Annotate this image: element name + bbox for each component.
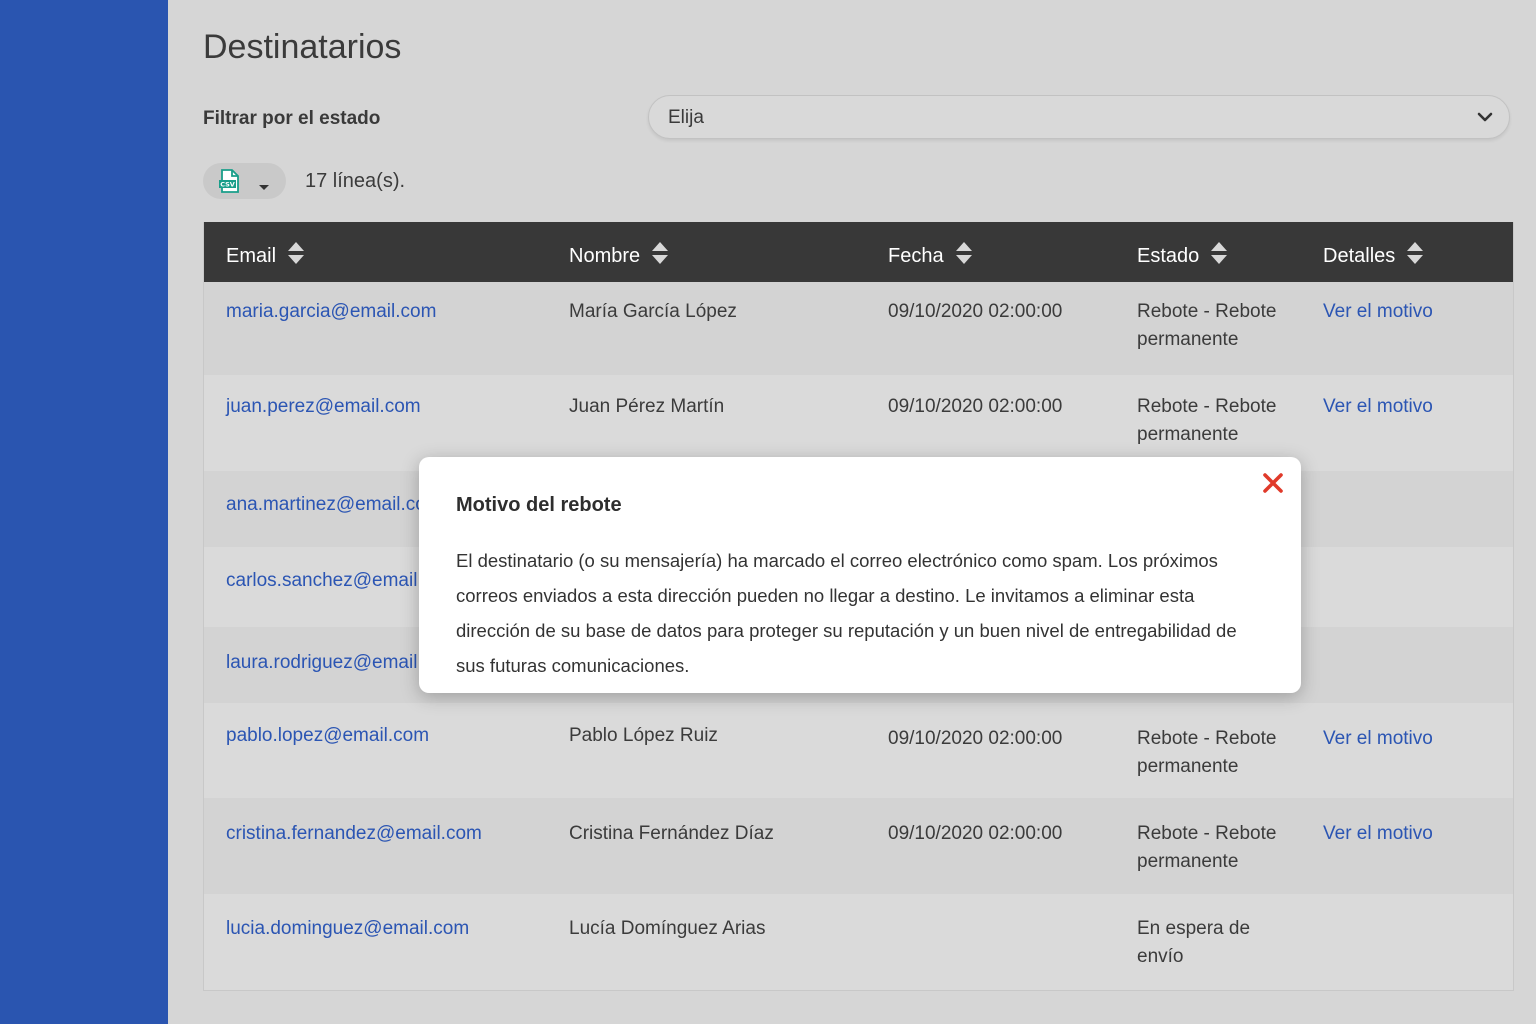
column-header-detalles[interactable]: Detalles bbox=[1323, 241, 1424, 271]
recipient-status: Rebote - Rebote permanente bbox=[1137, 393, 1276, 449]
status-filter-select[interactable]: Elija bbox=[648, 95, 1510, 139]
bounce-reason-modal: Motivo del rebote El destinatario (o su … bbox=[419, 457, 1301, 693]
table-header: Email Nombre Fecha Estado Detalles bbox=[204, 222, 1513, 282]
column-label: Estado bbox=[1137, 244, 1200, 267]
status-line: Rebote - Rebote bbox=[1137, 823, 1277, 844]
recipient-date: 09/10/2020 02:00:00 bbox=[888, 301, 1063, 322]
column-label: Detalles bbox=[1323, 244, 1396, 267]
recipient-status: Rebote - Rebote permanente bbox=[1137, 298, 1276, 354]
column-header-nombre[interactable]: Nombre bbox=[569, 241, 669, 271]
filter-select-value: Elija bbox=[668, 107, 704, 128]
column-header-email[interactable]: Email bbox=[226, 241, 305, 271]
sort-icon bbox=[1210, 241, 1228, 271]
status-line: Rebote - Rebote bbox=[1137, 728, 1277, 749]
status-line: Rebote - Rebote bbox=[1137, 301, 1277, 322]
sort-icon bbox=[287, 241, 305, 271]
modal-title: Motivo del rebote bbox=[456, 494, 622, 516]
email-link[interactable]: pablo.lopez@email.com bbox=[226, 722, 429, 750]
column-label: Fecha bbox=[888, 244, 944, 267]
recipient-name: María García López bbox=[569, 301, 737, 322]
recipient-date: 09/10/2020 02:00:00 bbox=[888, 728, 1063, 749]
view-reason-link[interactable]: Ver el motivo bbox=[1323, 820, 1433, 848]
svg-text:CSV: CSV bbox=[220, 181, 235, 189]
view-reason-link[interactable]: Ver el motivo bbox=[1323, 393, 1433, 421]
view-reason-link[interactable]: Ver el motivo bbox=[1323, 298, 1433, 326]
recipient-status: En espera de envío bbox=[1137, 915, 1250, 971]
email-link[interactable]: maria.garcia@email.com bbox=[226, 298, 436, 326]
recipient-date: 09/10/2020 02:00:00 bbox=[888, 396, 1063, 417]
close-icon[interactable] bbox=[1262, 472, 1284, 499]
page-title: Destinatarios bbox=[203, 28, 402, 66]
status-line: permanente bbox=[1137, 329, 1239, 350]
row-count: 17 línea(s). bbox=[305, 170, 406, 192]
email-link[interactable]: cristina.fernandez@email.com bbox=[226, 820, 482, 848]
recipient-date: 09/10/2020 02:00:00 bbox=[888, 823, 1063, 844]
recipient-name: Juan Pérez Martín bbox=[569, 396, 725, 417]
status-line: permanente bbox=[1137, 756, 1239, 777]
table-row: maria.garcia@email.com María García Lópe… bbox=[204, 282, 1513, 375]
email-link[interactable]: ana.martinez@email.com bbox=[226, 491, 442, 519]
chevron-down-icon bbox=[1477, 110, 1493, 128]
status-line: permanente bbox=[1137, 424, 1239, 445]
sort-icon bbox=[651, 241, 669, 271]
table-row: cristina.fernandez@email.com Cristina Fe… bbox=[204, 798, 1513, 894]
sidebar bbox=[0, 0, 168, 1024]
status-line: permanente bbox=[1137, 851, 1239, 872]
caret-down-icon bbox=[258, 178, 270, 196]
recipient-name: Lucía Domínguez Arias bbox=[569, 918, 766, 939]
column-header-fecha[interactable]: Fecha bbox=[888, 241, 973, 271]
recipient-name: Pablo López Ruiz bbox=[569, 725, 718, 746]
modal-body: El destinatario (o su mensajería) ha mar… bbox=[456, 550, 1237, 676]
status-line: envío bbox=[1137, 946, 1184, 967]
status-line: Rebote - Rebote bbox=[1137, 396, 1277, 417]
email-link[interactable]: juan.perez@email.com bbox=[226, 393, 421, 421]
table-row: lucia.dominguez@email.com Lucía Domíngue… bbox=[204, 894, 1513, 990]
recipient-name: Cristina Fernández Díaz bbox=[569, 823, 774, 844]
view-reason-link[interactable]: Ver el motivo bbox=[1323, 725, 1433, 753]
column-label: Nombre bbox=[569, 244, 641, 267]
email-link[interactable]: lucia.dominguez@email.com bbox=[226, 915, 469, 943]
recipient-status: Rebote - Rebote permanente bbox=[1137, 820, 1276, 876]
sort-icon bbox=[955, 241, 973, 271]
sort-icon bbox=[1406, 241, 1424, 271]
column-label: Email bbox=[226, 244, 277, 267]
recipient-status: Rebote - Rebote permanente bbox=[1137, 725, 1276, 781]
status-line: En espera de bbox=[1137, 918, 1251, 939]
export-button[interactable]: CSV bbox=[203, 163, 286, 199]
filter-label: Filtrar por el estado bbox=[203, 108, 381, 129]
column-header-estado[interactable]: Estado bbox=[1137, 241, 1228, 271]
table-row: pablo.lopez@email.com Pablo López Ruiz 0… bbox=[204, 703, 1513, 798]
csv-file-icon: CSV bbox=[218, 169, 240, 198]
